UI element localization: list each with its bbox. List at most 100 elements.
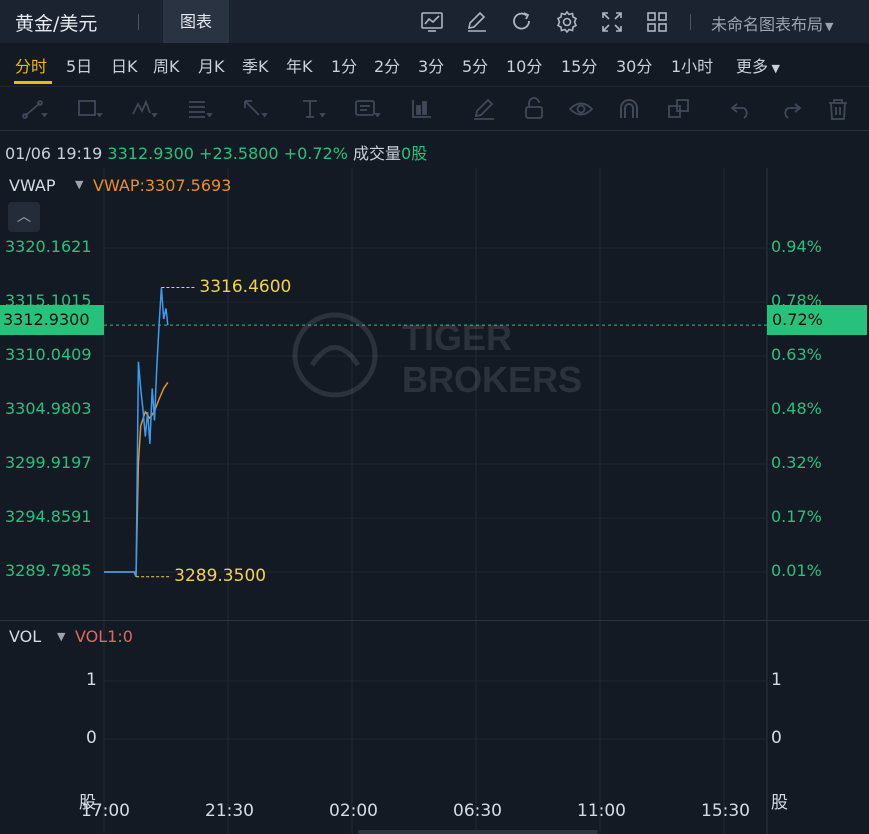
vol-left-tick: 1 [86,670,97,690]
refresh-icon[interactable] [509,9,535,35]
caret-down-icon: ▼ [825,20,834,33]
collapse-chevron-up-icon[interactable]: ︿ [8,202,40,232]
pct-axis-tick: 0.63% [771,345,822,364]
price-axis-tick: 3304.9803 [5,399,92,418]
volume-label: 成交量 [353,144,402,163]
watermark-line2: BROKERS [402,359,582,400]
current-pct-tag: 0.72% [767,305,867,335]
pct-axis-tick: 0.17% [771,507,822,526]
pct-axis-tick: 0.48% [771,399,822,418]
period-label: 1小时 [671,57,714,76]
tab-chart[interactable]: 图表 [163,0,229,43]
period-label: 1分 [331,57,358,76]
period-tab[interactable]: 2分 [374,53,400,77]
caret-down-icon[interactable]: ▼ [75,178,83,191]
period-label: 5分 [462,57,489,76]
layout-name-label: 未命名图表布局 [711,15,824,34]
indicator-name[interactable]: VWAP [9,176,55,195]
trend-line-icon[interactable] [20,96,48,122]
period-tab[interactable]: 季K [242,53,269,77]
period-label: 季K [242,57,269,76]
time-axis-tick: 06:30 [453,801,502,821]
line-chart-icon[interactable] [419,9,445,35]
period-tab[interactable]: 月K [198,53,225,77]
divider [690,14,691,30]
vol-left-tick: 0 [86,728,97,748]
vol-right-tick: 1 [771,670,782,690]
period-tab[interactable]: 分时 [15,53,47,77]
symbol-title[interactable]: 黄金/美元 [15,9,97,36]
grid-layout-icon[interactable] [644,9,670,35]
lock-icon[interactable] [520,96,548,122]
period-tab[interactable]: 1分 [331,53,357,77]
text-icon[interactable] [298,96,326,122]
low-marker-label: 3289.3500 [174,565,267,586]
period-tab[interactable]: 15分 [561,53,597,77]
period-label: 年K [286,57,313,76]
layout-selector[interactable]: 未命名图表布局 ▼ [711,11,833,35]
period-label: 月K [198,57,225,76]
period-tab[interactable]: 周K [153,53,180,77]
quote-change-pct: +0.72% [283,144,348,163]
undo-icon[interactable] [728,96,756,122]
high-marker-label: 3316.4600 [199,276,292,297]
period-label: 周K [153,57,180,76]
redo-icon[interactable] [776,96,804,122]
quote-price: 3312.9300 [107,144,194,163]
quote-line: 01/06 19:19 3312.9300 +23.5800 +0.72% 成交… [5,140,427,164]
period-label: 日K [111,57,138,76]
price-axis-tick: 3289.7985 [5,561,92,580]
pattern-icon[interactable] [130,96,158,122]
pct-axis-tick: 0.32% [771,453,822,472]
price-axis-tick: 3299.9197 [5,453,92,472]
time-axis-tick: 02:00 [329,801,378,821]
draw-pencil-icon[interactable] [464,9,490,35]
period-label: 3分 [418,57,445,76]
pct-axis-tick: 0.94% [771,237,822,256]
time-axis-tick: 17:00 [81,801,130,821]
active-period-underline [14,81,52,84]
trash-icon[interactable] [824,96,852,122]
current-price-tag: 3312.9300 [0,305,104,335]
pct-axis-tick: 0.01% [771,561,822,580]
measure-icon[interactable] [408,96,436,122]
fullscreen-icon[interactable] [599,9,625,35]
period-label: 15分 [561,57,598,76]
caret-down-icon[interactable]: ▼ [57,630,65,643]
period-tab[interactable]: 5日 [66,53,92,77]
magnet-icon[interactable] [615,96,643,122]
period-label: 2分 [374,57,401,76]
watermark-line1: TIGER [402,317,512,358]
period-label: 更多 [736,57,769,76]
period-tab[interactable]: 1小时 [671,53,713,77]
period-tab[interactable]: 日K [111,53,138,77]
indicator-value: VWAP:3307.5693 [93,176,232,195]
time-scrollbar[interactable] [358,830,598,834]
period-tab[interactable]: 更多 ▼ [736,53,780,77]
period-label: 10分 [506,57,543,76]
period-label: 分时 [15,57,48,76]
eye-icon[interactable] [567,96,595,122]
divider [138,14,139,30]
fib-icon[interactable] [185,96,213,122]
period-label: 5日 [66,57,93,76]
volume-indicator-name[interactable]: VOL [9,627,41,646]
price-axis-tick: 3310.0409 [5,345,92,364]
brush-icon[interactable] [470,96,498,122]
period-tab[interactable]: 年K [286,53,313,77]
caret-down-icon: ▼ [768,62,780,75]
period-tab[interactable]: 30分 [616,53,652,77]
period-tab[interactable]: 10分 [506,53,542,77]
settings-gear-icon[interactable] [554,9,580,35]
price-series-line [104,287,169,578]
period-label: 30分 [616,57,653,76]
period-tab[interactable]: 3分 [418,53,444,77]
arrow-icon[interactable] [240,96,268,122]
period-tab[interactable]: 5分 [462,53,488,77]
brand-watermark: TIGER BROKERS [290,310,590,404]
price-axis-tick: 3294.8591 [5,507,92,526]
rectangle-icon[interactable] [75,96,103,122]
time-axis-tick: 15:30 [701,801,750,821]
note-icon[interactable] [353,96,381,122]
clone-icon[interactable] [665,96,693,122]
